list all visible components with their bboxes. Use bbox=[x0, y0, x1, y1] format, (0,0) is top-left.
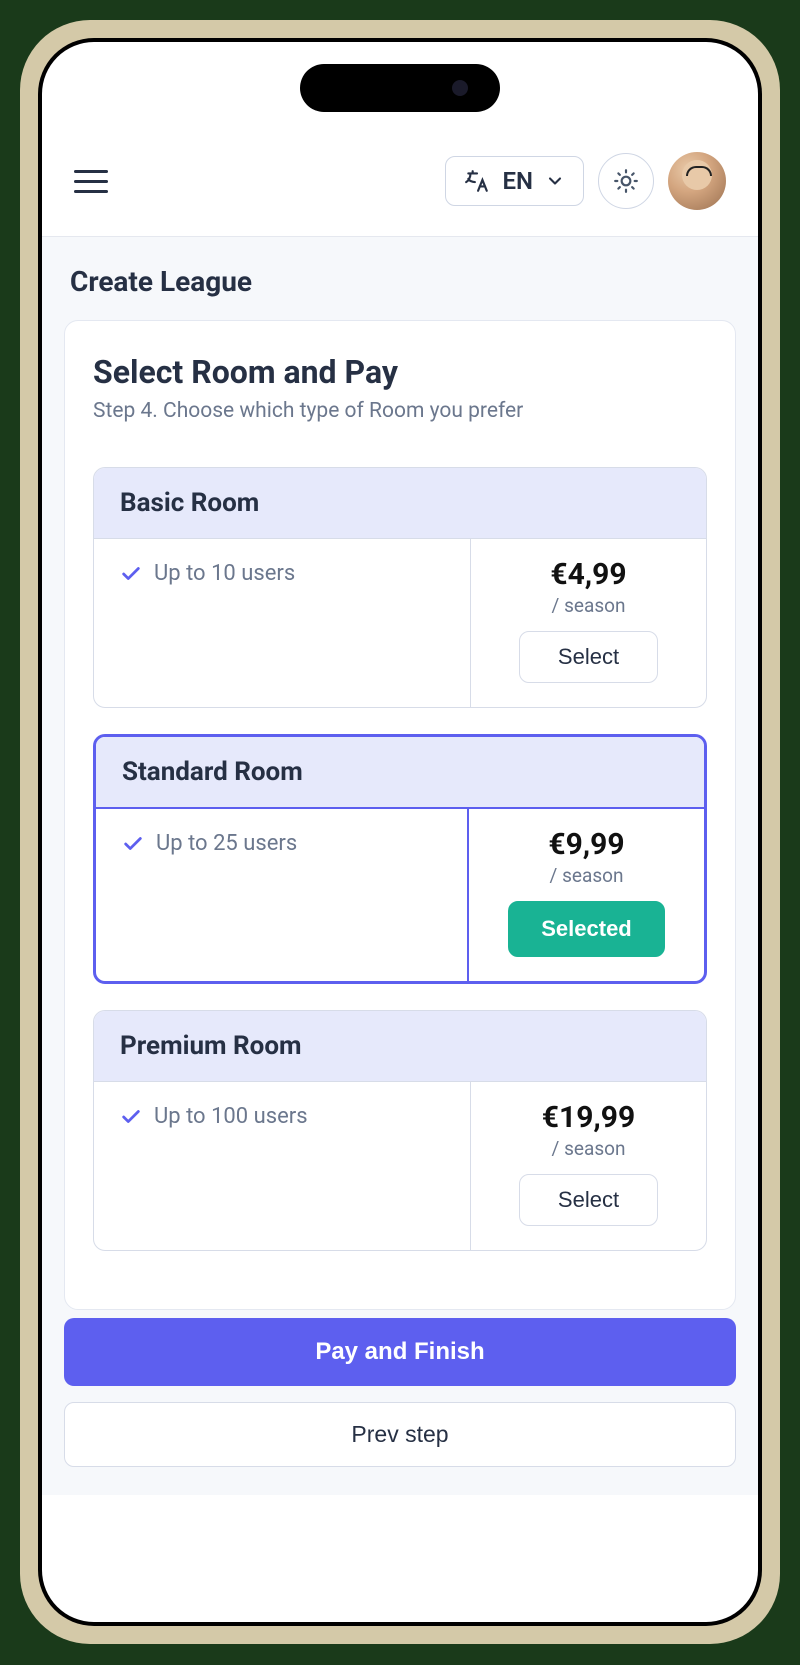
plan-premium: Premium Room Up to 100 users €19,99 / s bbox=[93, 1010, 707, 1251]
plan-price: €9,99 bbox=[491, 827, 682, 862]
plan-pricing: €9,99 / season Selected bbox=[469, 809, 704, 981]
plan-pricing: €19,99 / season Select bbox=[471, 1082, 706, 1250]
plan-period: / season bbox=[491, 864, 682, 887]
actions: Pay and Finish Prev step bbox=[64, 1318, 736, 1467]
menu-icon bbox=[74, 170, 108, 173]
topbar-right: EN bbox=[445, 152, 726, 210]
plan-price: €4,99 bbox=[493, 557, 684, 592]
menu-button[interactable] bbox=[74, 161, 114, 201]
plan-price: €19,99 bbox=[493, 1100, 684, 1135]
card-title: Select Room and Pay bbox=[93, 353, 707, 391]
phone-bezel: EN bbox=[38, 38, 762, 1626]
content: Create League Select Room and Pay Step 4… bbox=[42, 237, 758, 1495]
select-button[interactable]: Select bbox=[519, 631, 658, 683]
plan-pricing: €4,99 / season Select bbox=[471, 539, 706, 707]
chevron-down-icon bbox=[545, 171, 565, 191]
plan-name: Standard Room bbox=[96, 737, 704, 809]
plan-name: Basic Room bbox=[94, 468, 706, 539]
sun-icon bbox=[613, 168, 639, 194]
select-button[interactable]: Select bbox=[519, 1174, 658, 1226]
plan-basic: Basic Room Up to 10 users €4,99 / seaso bbox=[93, 467, 707, 708]
feature-text: Up to 25 users bbox=[156, 831, 297, 856]
feature-item: Up to 25 users bbox=[122, 831, 441, 856]
plan-period: / season bbox=[493, 594, 684, 617]
theme-toggle[interactable] bbox=[598, 153, 654, 209]
language-label: EN bbox=[502, 167, 533, 195]
plan-standard: Standard Room Up to 25 users €9,99 / se bbox=[93, 734, 707, 984]
feature-text: Up to 10 users bbox=[154, 561, 295, 586]
plan-features: Up to 25 users bbox=[96, 809, 469, 981]
plan-period: / season bbox=[493, 1137, 684, 1160]
avatar[interactable] bbox=[668, 152, 726, 210]
phone-frame: EN bbox=[20, 20, 780, 1644]
check-icon bbox=[120, 563, 142, 585]
selected-button[interactable]: Selected bbox=[508, 901, 665, 957]
feature-item: Up to 10 users bbox=[120, 561, 444, 586]
feature-text: Up to 100 users bbox=[154, 1104, 308, 1129]
notch bbox=[300, 64, 500, 112]
step-text: Step 4. Choose which type of Room you pr… bbox=[93, 399, 707, 423]
plan-features: Up to 100 users bbox=[94, 1082, 471, 1250]
plan-name: Premium Room bbox=[94, 1011, 706, 1082]
pay-and-finish-button[interactable]: Pay and Finish bbox=[64, 1318, 736, 1386]
card-select-room: Select Room and Pay Step 4. Choose which… bbox=[64, 320, 736, 1310]
language-select[interactable]: EN bbox=[445, 156, 584, 206]
prev-step-button[interactable]: Prev step bbox=[64, 1402, 736, 1467]
plan-features: Up to 10 users bbox=[94, 539, 471, 707]
page-title: Create League bbox=[64, 265, 736, 298]
screen: EN bbox=[42, 42, 758, 1622]
check-icon bbox=[120, 1106, 142, 1128]
check-icon bbox=[122, 833, 144, 855]
translate-icon bbox=[464, 168, 490, 194]
feature-item: Up to 100 users bbox=[120, 1104, 444, 1129]
